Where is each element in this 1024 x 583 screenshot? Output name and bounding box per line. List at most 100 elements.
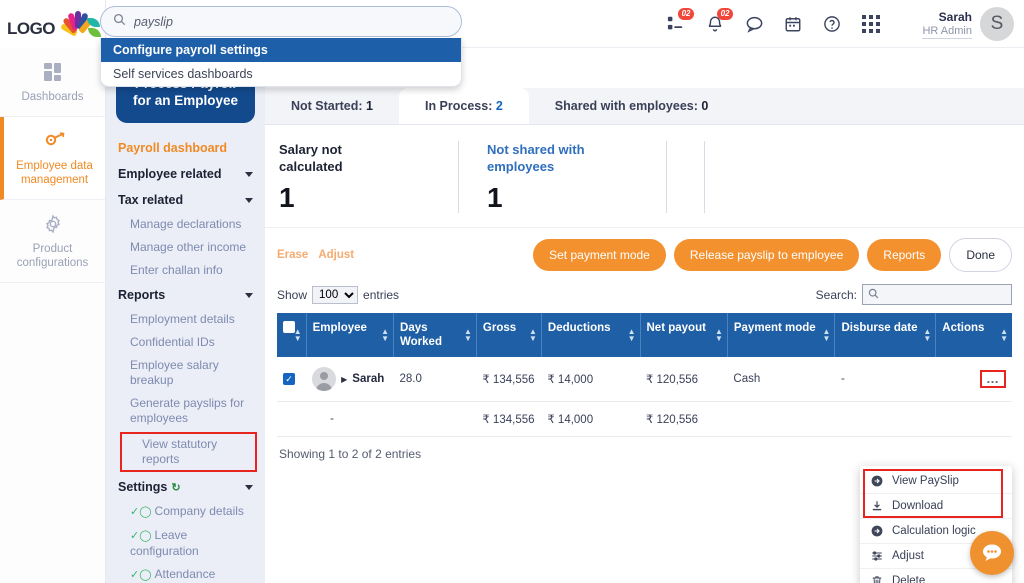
chevron-down-icon	[245, 293, 253, 298]
calendar-icon[interactable]	[782, 13, 804, 35]
nav-settings-wrap: Settings↻	[118, 480, 181, 494]
row-checkbox[interactable]: ✓	[283, 373, 295, 385]
chat-support-button[interactable]	[970, 531, 1014, 575]
nav-enter-challan-info[interactable]: Enter challan info	[106, 259, 265, 282]
nav-payroll-dashboard[interactable]: Payroll dashboard	[106, 135, 265, 161]
table-search-label: Search:	[816, 288, 857, 302]
table-row[interactable]: - ₹ 134,556 ₹ 14,000 ₹ 120,556	[277, 402, 1012, 437]
logo[interactable]: LOGO	[0, 0, 105, 48]
col-actions[interactable]: Actions▲▼	[936, 313, 1012, 357]
chat-icon[interactable]	[743, 13, 765, 35]
sort-icon[interactable]: ▲▼	[1000, 328, 1008, 342]
col-days-worked[interactable]: Days Worked▲▼	[394, 313, 477, 357]
chevron-down-icon	[245, 485, 253, 490]
sidebar-item-employee-data-management[interactable]: Employee data management	[0, 117, 105, 200]
bell-icon[interactable]: 02	[704, 13, 726, 35]
global-search[interactable]	[100, 6, 462, 37]
avatar[interactable]: S	[980, 7, 1014, 41]
table-search-input[interactable]	[879, 288, 1006, 302]
table-search-field[interactable]	[862, 284, 1012, 305]
nav-generate-payslips[interactable]: Generate payslips for employees	[106, 392, 265, 430]
adjust-link[interactable]: Adjust	[318, 249, 354, 261]
nav-tax-related[interactable]: Tax related	[106, 187, 265, 213]
sidebar-item-dashboards[interactable]: Dashboards	[0, 48, 105, 117]
employee-data-icon	[8, 130, 101, 152]
done-button[interactable]: Done	[949, 238, 1012, 272]
entries-label: entries	[363, 288, 399, 302]
check-circle-icon: ✓◯	[130, 506, 152, 518]
stat-not-shared-with-employees[interactable]: Not shared with employees 1	[487, 141, 667, 213]
cell-actions[interactable]: …	[936, 357, 1012, 402]
nav-settings[interactable]: Settings↻	[106, 474, 265, 500]
grid-icon	[4, 61, 101, 83]
row-select-cell[interactable]	[277, 402, 306, 437]
nav-confidential-ids[interactable]: Confidential IDs	[106, 331, 265, 354]
sort-icon[interactable]: ▲▼	[529, 328, 537, 342]
nav-employee-salary-breakup[interactable]: Employee salary breakup	[106, 354, 265, 392]
nav-company-details[interactable]: ✓◯Company details	[106, 500, 265, 524]
tab-not-started[interactable]: Not Started: 1	[265, 88, 399, 124]
select-all-header[interactable]: ▲▼	[277, 313, 306, 357]
cell-net-payout: ₹ 120,556	[640, 357, 727, 402]
gear-icon	[4, 213, 101, 235]
col-deductions[interactable]: Deductions▲▼	[541, 313, 640, 357]
set-payment-mode-button[interactable]: Set payment mode	[533, 239, 666, 271]
table-row[interactable]: ✓ ▶ Sarah 28.0 ₹ 134,556	[277, 357, 1012, 402]
menu-download[interactable]: Download	[860, 494, 1012, 519]
table-search: Search:	[816, 284, 1012, 305]
tasks-icon[interactable]: 02	[665, 13, 687, 35]
search-input[interactable]	[132, 14, 449, 30]
col-payment-mode[interactable]: Payment mode▲▼	[727, 313, 835, 357]
nav-manage-other-income[interactable]: Manage other income	[106, 236, 265, 259]
menu-view-payslip[interactable]: View PaySlip	[860, 469, 1012, 494]
col-net-payout[interactable]: Net payout ▲▼	[640, 313, 727, 357]
col-disburse-date[interactable]: Disburse date▲▼	[835, 313, 936, 357]
row-select-cell[interactable]: ✓	[277, 357, 306, 402]
stat-divider	[695, 141, 705, 213]
cell-deductions: ₹ 14,000	[541, 402, 640, 437]
sidebar-item-product-configurations[interactable]: Product configurations	[0, 200, 105, 283]
nav-reports[interactable]: Reports	[106, 282, 265, 308]
sort-icon[interactable]: ▲▼	[923, 328, 931, 342]
nav-label: Payroll dashboard	[118, 141, 227, 155]
avatar	[312, 367, 336, 391]
release-payslip-button[interactable]: Release payslip to employee	[674, 239, 859, 271]
expand-icon[interactable]: ▶	[341, 375, 347, 384]
suggestion-self-services-dashboards[interactable]: Self services dashboards	[101, 62, 461, 86]
nav-view-statutory-reports[interactable]: View statutory reports	[120, 432, 257, 472]
sort-icon[interactable]: ▲▼	[628, 328, 636, 342]
user-menu[interactable]: Sarah HR Admin S	[922, 0, 1014, 48]
nav-manage-declarations[interactable]: Manage declarations	[106, 213, 265, 236]
chevron-down-icon	[245, 198, 253, 203]
erase-link[interactable]: Erase	[277, 249, 308, 261]
nav-label: Settings	[118, 480, 167, 494]
sort-icon[interactable]: ▲▼	[715, 328, 723, 342]
main-content: h 2023 - Step 2 ? Not Started: 1 In Proc…	[265, 48, 1024, 583]
suggestion-configure-payroll-settings[interactable]: Configure payroll settings	[101, 38, 461, 62]
tab-shared-with-employees[interactable]: Shared with employees: 0	[529, 88, 735, 124]
row-actions-button[interactable]: …	[980, 370, 1006, 388]
stat-label: Salary not calculated	[279, 141, 409, 175]
table-header-row: ▲▼ Employee▲▼ Days Worked▲▼ Gross▲▼ Dedu…	[277, 313, 1012, 357]
sort-icon[interactable]: ▲▼	[823, 328, 831, 342]
nav-list: Payroll dashboard Employee related Tax r…	[106, 133, 265, 583]
page-size-select[interactable]: 100	[312, 286, 358, 304]
col-gross[interactable]: Gross▲▼	[476, 313, 541, 357]
stat-salary-not-calculated: Salary not calculated 1	[279, 141, 459, 213]
sort-icon[interactable]: ▲▼	[294, 328, 302, 342]
nav-attendance-configuration[interactable]: ✓◯Attendance configuration	[106, 563, 265, 583]
col-label: Net payout	[647, 322, 706, 334]
apps-grid-icon[interactable]	[860, 13, 882, 35]
tab-in-process[interactable]: In Process: 2	[399, 88, 529, 124]
reports-button[interactable]: Reports	[867, 239, 941, 271]
tab-count: 0	[701, 99, 708, 113]
help-icon[interactable]	[821, 13, 843, 35]
sort-icon[interactable]: ▲▼	[381, 328, 389, 342]
status-tabs: Not Started: 1 In Process: 2 Shared with…	[265, 88, 1024, 125]
nav-leave-configuration[interactable]: ✓◯Leave configuration	[106, 524, 265, 563]
col-employee[interactable]: Employee▲▼	[306, 313, 393, 357]
nav-employee-related[interactable]: Employee related	[106, 161, 265, 187]
sort-icon[interactable]: ▲▼	[464, 328, 472, 342]
table-body: ✓ ▶ Sarah 28.0 ₹ 134,556	[277, 357, 1012, 437]
nav-employment-details[interactable]: Employment details	[106, 308, 265, 331]
